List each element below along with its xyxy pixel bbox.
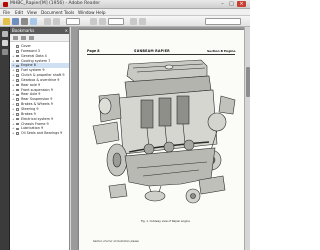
bookmark-page-icon — [16, 132, 19, 135]
bookmark-page-icon — [16, 93, 19, 97]
page-heading: SUNBEAM RAPIER — [134, 49, 170, 53]
bookmark-item[interactable]: + Oil Seals and Bearings 9 — [11, 131, 69, 136]
bookmark-label: Rear Axle 9 — [21, 92, 41, 97]
vertical-scrollbar[interactable] — [244, 27, 250, 250]
bookmark-page-icon — [16, 113, 19, 116]
print-icon[interactable] — [21, 18, 28, 25]
delete-bookmark-icon[interactable] — [21, 36, 26, 40]
document-viewer[interactable]: Page 8 SUNBEAM RAPIER Section B Engine F… — [71, 27, 250, 250]
page-section-label: Section B Engine — [207, 49, 236, 53]
bookmarks-toolbar — [10, 34, 69, 42]
bookmark-page-icon — [16, 54, 19, 58]
menu-bar: File Edit View Document Tools Window Hel… — [0, 9, 250, 16]
menu-document[interactable]: Document — [41, 10, 63, 15]
bookmark-label: Oil Seals and Bearings 9 — [21, 131, 63, 136]
bookmark-page-icon — [16, 127, 19, 131]
bookmark-label: Engine 8 — [21, 63, 36, 68]
window-title: MHBC_Rapier[M] (1956) - Adobe Reader — [10, 1, 101, 6]
bookmark-label: Chassis Frame 9 — [21, 121, 49, 126]
save-icon[interactable] — [12, 18, 19, 25]
menu-edit[interactable]: Edit — [15, 10, 23, 15]
heading-divider — [87, 54, 235, 55]
menu-help[interactable]: Help — [96, 10, 106, 15]
page-footer-note: Section of error at illustration please — [93, 240, 139, 243]
bookmarks-panel-icon[interactable] — [2, 40, 8, 46]
zoom-in-icon[interactable] — [99, 18, 106, 25]
title-bar: MHBC_Rapier[M] (1956) - Adobe Reader – □… — [0, 0, 250, 9]
zoom-level-select[interactable] — [108, 18, 124, 25]
menu-file[interactable]: File — [3, 10, 10, 15]
open-folder-icon[interactable] — [3, 18, 10, 25]
bookmarks-title: Bookmarks — [12, 28, 35, 33]
bookmark-page-icon — [16, 50, 19, 53]
bookmark-page-icon — [16, 122, 19, 126]
page-number-label: Page 8 — [87, 49, 100, 53]
minimize-button[interactable]: – — [218, 1, 227, 7]
new-bookmark-icon[interactable] — [29, 36, 34, 40]
bookmark-page-icon — [16, 88, 19, 92]
bookmark-label: Fuel system 9 — [21, 68, 45, 73]
close-panel-button[interactable]: × — [65, 28, 68, 33]
adobe-reader-icon — [3, 2, 8, 7]
bookmark-label: Rear Suspension 9 — [21, 97, 53, 102]
bookmark-list: Cover Foreword 3 + General Data 4 + Cooling s… — [11, 44, 69, 136]
email-icon[interactable] — [30, 18, 37, 25]
bookmark-label: Lubrication 9 — [21, 126, 44, 131]
bookmark-page-icon — [16, 108, 19, 111]
toolbar — [0, 16, 250, 27]
bookmark-page-icon — [16, 103, 19, 106]
hand-tool-icon[interactable] — [139, 18, 146, 25]
bookmark-label: Gearbox & overdrive 9 — [21, 77, 60, 82]
bookmark-page-icon — [16, 98, 19, 101]
bookmark-label: Brakes 9 — [21, 111, 36, 116]
bookmark-page-icon — [16, 79, 19, 82]
find-input[interactable] — [205, 18, 241, 25]
menu-view[interactable]: View — [27, 10, 37, 15]
fit-page-icon[interactable] — [130, 18, 137, 25]
pages-panel-icon[interactable] — [2, 31, 8, 37]
bookmark-page-icon — [16, 64, 19, 68]
bookmark-page-icon — [16, 45, 19, 48]
menu-window[interactable]: Window — [78, 10, 95, 15]
expand-toggle-icon[interactable]: + — [12, 131, 15, 136]
bookmark-page-icon — [16, 117, 19, 121]
menu-tools[interactable]: Tools — [64, 10, 74, 15]
bookmark-page-icon — [16, 69, 19, 72]
page-number-input[interactable] — [66, 18, 80, 25]
scrollbar-thumb[interactable] — [246, 67, 250, 97]
maximize-button[interactable]: □ — [227, 1, 236, 7]
pdf-page: Page 8 SUNBEAM RAPIER Section B Engine F… — [79, 30, 244, 250]
bookmark-label: Cover — [21, 44, 31, 48]
bookmark-label: Cooling system 7 — [21, 58, 51, 63]
bookmark-label: Front suspension 9 — [21, 87, 53, 92]
application-window: MHBC_Rapier[M] (1956) - Adobe Reader – □… — [0, 0, 250, 250]
bookmark-label: General Data 4 — [21, 53, 47, 58]
bookmark-page-icon — [16, 74, 19, 77]
bookmark-options-icon[interactable] — [13, 36, 18, 40]
bookmark-page-icon — [16, 83, 19, 87]
bookmark-label: Rear axle 9 — [21, 82, 41, 87]
bookmark-label: Brakes & Wheels 9 — [21, 102, 53, 107]
bookmark-label: Electrical system 9 — [21, 116, 54, 121]
previous-page-icon[interactable] — [44, 18, 51, 25]
bookmark-label: Clutch & propeller shaft 9 — [21, 73, 65, 78]
zoom-out-icon[interactable] — [90, 18, 97, 25]
bookmark-label: Steering 9 — [21, 106, 39, 111]
bookmarks-header: Bookmarks × — [10, 27, 69, 34]
bookmark-page-icon — [16, 59, 19, 63]
attachments-panel-icon[interactable] — [2, 49, 8, 55]
close-window-button[interactable]: × — [237, 1, 246, 7]
engine-cutaway-illustration — [92, 59, 236, 204]
next-page-icon[interactable] — [53, 18, 60, 25]
figure-caption: Fig. 1. Cutaway view of Rapier engine — [141, 220, 190, 223]
navigation-rail — [0, 27, 10, 250]
bookmarks-panel: Bookmarks × Cover Foreword 3 + General Data… — [10, 27, 70, 250]
bookmark-label: Foreword 3 — [21, 48, 40, 53]
